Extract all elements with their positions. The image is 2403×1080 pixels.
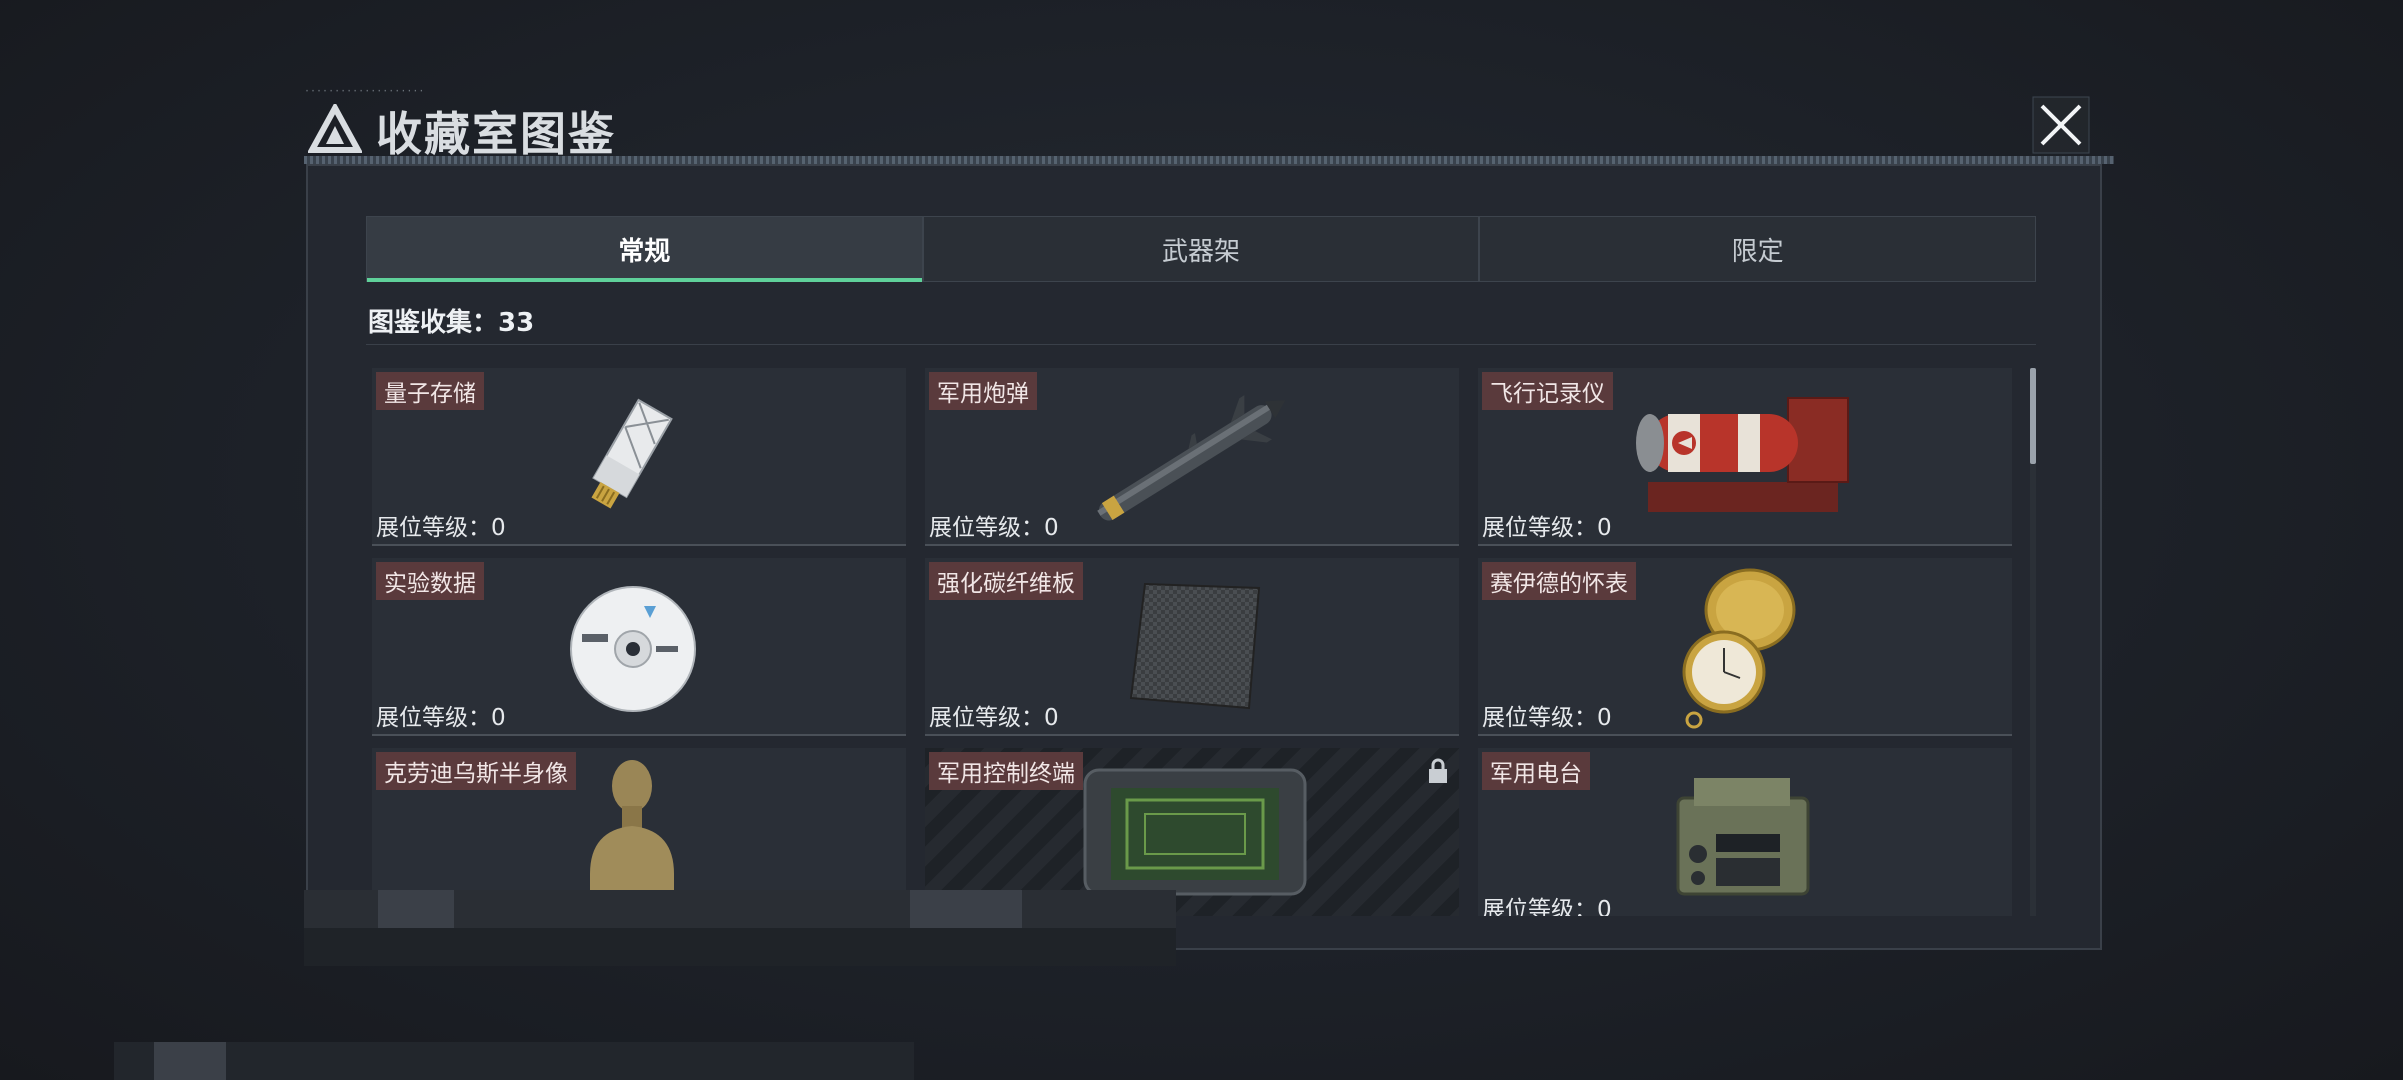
carbon-plate-icon <box>1129 582 1261 710</box>
scrollbar[interactable] <box>2030 368 2036 916</box>
disc-icon <box>570 586 696 712</box>
tab-limited[interactable]: 限定 <box>1478 217 2035 281</box>
item-card[interactable]: 飞行记录仪 展位等级：0 <box>1478 368 2012 546</box>
item-level: 展位等级：0 <box>1482 897 1612 916</box>
background-block <box>114 1042 914 1080</box>
tab-weapon-rack[interactable]: 武器架 <box>921 217 1479 281</box>
overlay-block <box>910 890 1022 928</box>
item-level: 展位等级：0 <box>1482 705 1612 731</box>
item-grid: 量子存储 展位等级：0 军用炮弹 展位等级：0 飞行记录仪 展位等级：0 实验数… <box>372 368 2020 916</box>
usb-drive-icon <box>591 398 673 509</box>
title-bar: ⋅⋅⋅⋅⋅⋅⋅⋅⋅⋅⋅⋅⋅⋅⋅⋅⋅⋅⋅⋅ 收藏室图鉴 <box>292 86 2114 166</box>
item-level: 展位等级：0 <box>929 515 1059 541</box>
title-divider <box>304 156 2114 164</box>
scrollbar-thumb[interactable] <box>2030 368 2036 464</box>
item-card[interactable]: 量子存储 展位等级：0 <box>372 368 906 546</box>
item-name: 军用控制终端 <box>929 752 1083 790</box>
missile-icon <box>1097 395 1286 521</box>
item-name: 实验数据 <box>376 562 484 600</box>
item-name: 军用电台 <box>1482 752 1590 790</box>
item-card[interactable]: 军用炮弹 展位等级：0 <box>925 368 1459 546</box>
control-terminal-icon <box>1083 768 1307 896</box>
collection-panel: 常规 武器架 限定 图鉴收集：33 量子存储 展位等级：0 军用炮弹 展位等级：… <box>306 164 2102 950</box>
item-level: 展位等级：0 <box>376 515 506 541</box>
close-icon[interactable] <box>2032 96 2090 154</box>
flight-recorder-icon <box>1636 397 1849 512</box>
item-card[interactable]: 实验数据 展位等级：0 <box>372 558 906 736</box>
item-name: 赛伊德的怀表 <box>1482 562 1636 600</box>
item-name: 量子存储 <box>376 372 484 410</box>
pocket-watch-icon <box>1682 568 1796 729</box>
radio-icon <box>1676 778 1810 896</box>
item-name: 强化碳纤维板 <box>929 562 1083 600</box>
item-level: 展位等级：0 <box>929 705 1059 731</box>
divider <box>366 344 2036 345</box>
item-card[interactable]: 赛伊德的怀表 展位等级：0 <box>1478 558 2012 736</box>
lock-icon <box>1429 758 1447 783</box>
overlay-block <box>378 890 454 928</box>
item-name: 飞行记录仪 <box>1482 372 1613 410</box>
title-microtext: ⋅⋅⋅⋅⋅⋅⋅⋅⋅⋅⋅⋅⋅⋅⋅⋅⋅⋅⋅⋅ <box>304 86 425 97</box>
page-title: 收藏室图鉴 <box>376 107 616 161</box>
item-name: 军用炮弹 <box>929 372 1037 410</box>
item-card[interactable]: 强化碳纤维板 展位等级：0 <box>925 558 1459 736</box>
item-card[interactable]: 军用电台 展位等级：0 <box>1478 748 2012 916</box>
tab-regular[interactable]: 常规 <box>367 217 922 282</box>
delta-logo-icon <box>308 104 362 153</box>
collection-count: 图鉴收集：33 <box>368 308 535 338</box>
overlay-block <box>154 1042 226 1080</box>
item-name: 克劳迪乌斯半身像 <box>376 752 576 790</box>
item-level: 展位等级：0 <box>376 705 506 731</box>
item-level: 展位等级：0 <box>1482 515 1612 541</box>
overlay-block <box>304 928 1176 966</box>
tab-bar: 常规 武器架 限定 <box>366 216 2036 282</box>
